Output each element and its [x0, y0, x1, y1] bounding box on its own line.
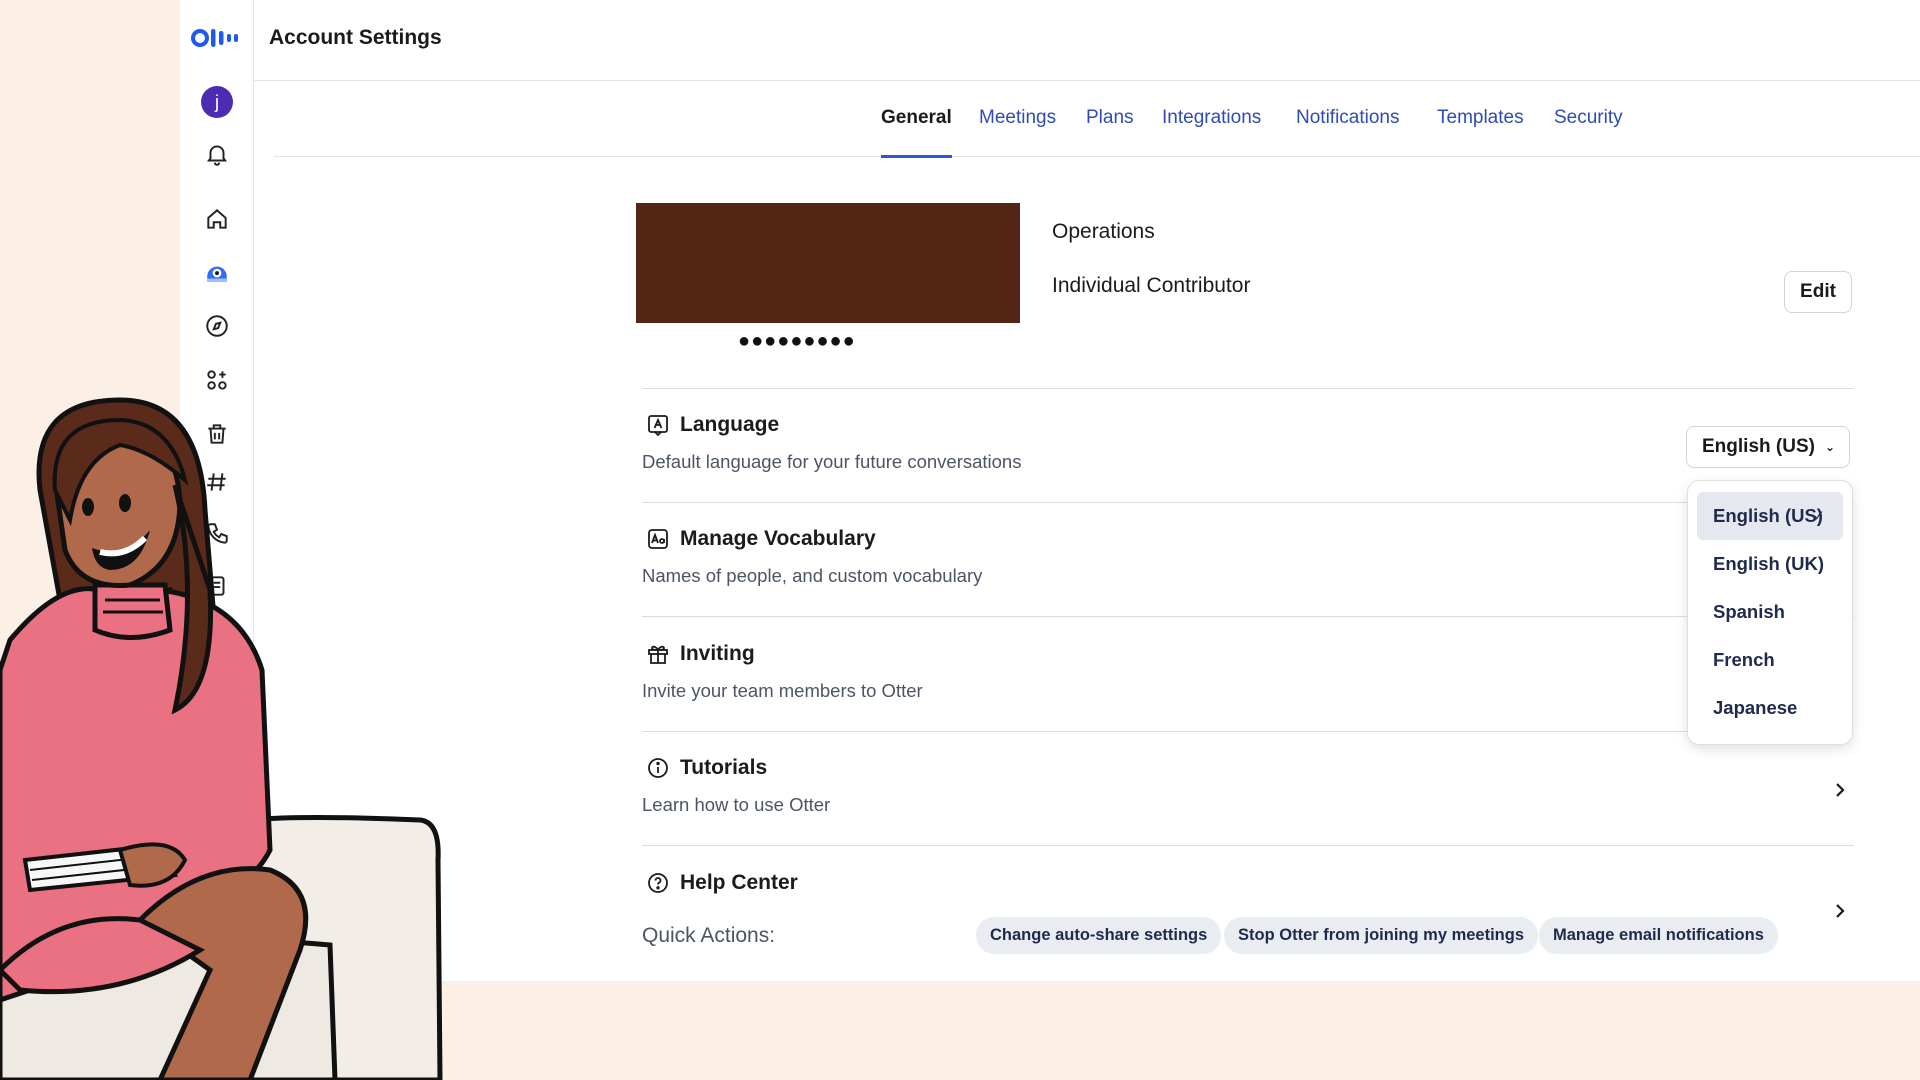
setting-title: Inviting — [680, 642, 755, 665]
tab-security[interactable]: Security — [1554, 107, 1623, 157]
quick-action-chip[interactable]: Change auto-share settings — [976, 917, 1222, 954]
vocabulary-icon — [648, 529, 668, 549]
tab-templates[interactable]: Templates — [1437, 107, 1524, 157]
divider — [642, 845, 1854, 846]
chevron-down-icon: ⌄ — [1824, 440, 1836, 454]
divider — [642, 502, 1854, 503]
setting-description: Default language for your future convers… — [642, 451, 1022, 472]
chevron-right-icon[interactable] — [1830, 780, 1850, 800]
settings-main-panel: Account Settings General Meetings Plans … — [254, 0, 1920, 981]
setting-language: Language — [646, 413, 779, 437]
language-option-label: English (US) — [1713, 505, 1823, 526]
gift-icon — [648, 645, 668, 664]
info-icon — [648, 758, 668, 778]
language-dropdown-menu: English (US) ✓ English (UK) Spanish Fren… — [1687, 480, 1853, 745]
language-option-label: Spanish — [1713, 601, 1785, 622]
setting-title: Help Center — [680, 871, 798, 894]
language-option-label: English (UK) — [1713, 553, 1824, 574]
quick-action-chip[interactable]: Stop Otter from joining my meetings — [1224, 917, 1539, 954]
setting-description: Invite your team members to Otter — [642, 680, 923, 701]
otter-logo-icon[interactable] — [191, 22, 243, 54]
language-icon — [648, 415, 668, 437]
compass-icon[interactable] — [197, 306, 237, 346]
tab-integrations[interactable]: Integrations — [1162, 107, 1261, 157]
language-option-french[interactable]: French — [1697, 636, 1843, 684]
profile-banner-image — [636, 203, 1020, 323]
profile-department: Operations — [1052, 220, 1155, 243]
top-bar: Account Settings — [254, 0, 1920, 81]
language-select-value: English (US) — [1702, 436, 1815, 457]
home-icon[interactable] — [197, 199, 237, 239]
language-option-japanese[interactable]: Japanese — [1697, 684, 1843, 732]
user-avatar[interactable]: j — [201, 86, 233, 118]
language-option-english-us[interactable]: English (US) ✓ — [1697, 492, 1843, 540]
setting-inviting[interactable]: Inviting — [646, 642, 755, 666]
setting-title: Tutorials — [680, 756, 768, 779]
language-option-label: French — [1713, 649, 1775, 670]
divider — [642, 731, 1854, 732]
profile-name-masked: ●●●●●●●●● — [738, 330, 856, 352]
setting-description: Names of people, and custom vocabulary — [642, 565, 983, 586]
edit-profile-button[interactable]: Edit — [1784, 271, 1852, 313]
page-title: Account Settings — [269, 26, 442, 49]
tab-plans[interactable]: Plans — [1086, 107, 1134, 157]
language-option-spanish[interactable]: Spanish — [1697, 588, 1843, 636]
seated-woman-illustration — [0, 397, 443, 1080]
divider — [642, 388, 1854, 389]
otter-assistant-icon[interactable] — [197, 252, 237, 292]
tab-notifications[interactable]: Notifications — [1296, 107, 1400, 157]
language-option-english-uk[interactable]: English (UK) — [1697, 540, 1843, 588]
settings-tabs: General Meetings Plans Integrations Noti… — [274, 81, 1920, 158]
quick-actions-label: Quick Actions: — [642, 924, 776, 947]
profile-role: Individual Contributor — [1052, 274, 1251, 297]
language-select[interactable]: English (US) ⌄ — [1686, 426, 1850, 468]
check-icon: ✓ — [1812, 508, 1825, 525]
setting-description: Learn how to use Otter — [642, 794, 831, 815]
quick-action-chip[interactable]: Manage email notifications — [1539, 917, 1778, 954]
setting-vocabulary[interactable]: Manage Vocabulary — [646, 527, 876, 551]
chevron-right-icon[interactable] — [1830, 901, 1850, 921]
setting-tutorials[interactable]: Tutorials — [646, 756, 767, 780]
divider — [642, 616, 1854, 617]
language-option-label: Japanese — [1713, 697, 1798, 718]
notification-bell-icon[interactable] — [197, 134, 237, 174]
setting-help-center[interactable]: Help Center — [646, 871, 798, 895]
help-icon — [648, 873, 668, 893]
setting-title: Language — [680, 413, 780, 436]
tab-meetings[interactable]: Meetings — [979, 107, 1056, 157]
setting-title: Manage Vocabulary — [680, 527, 876, 550]
tab-general[interactable]: General — [881, 107, 952, 158]
